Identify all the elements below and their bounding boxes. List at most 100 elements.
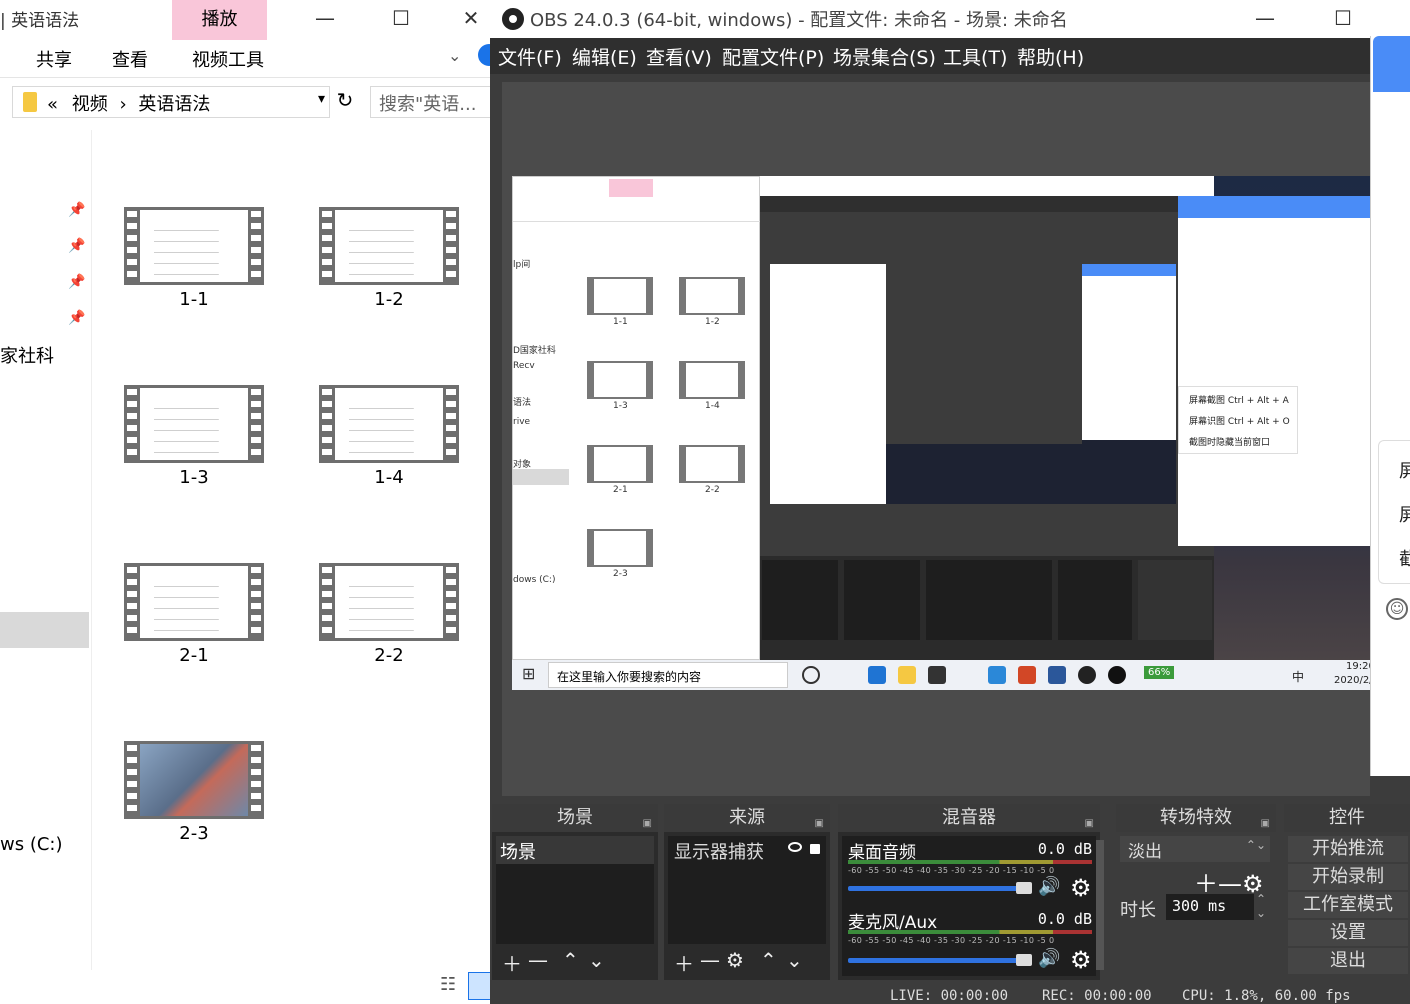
duration-spinner[interactable]: ⌃ ⌄ xyxy=(1256,892,1266,920)
mixer-body: 桌面音频 0.0 dB -60 -55 -50 -45 -40 -35 -30 … xyxy=(842,836,1096,976)
exit-button[interactable]: 退出 xyxy=(1288,948,1408,974)
tab-video-tools[interactable]: 视频工具 xyxy=(192,46,264,72)
video-thumbnail[interactable]: 1-1 xyxy=(124,207,264,310)
mini-nav-item: Recv xyxy=(513,361,535,371)
breadcrumb-videos[interactable]: 视频 xyxy=(72,94,108,115)
transition-select[interactable]: 淡出 ⌃⌄ xyxy=(1120,836,1270,862)
video-thumbnail[interactable]: 2-1 xyxy=(124,563,264,666)
minimize-button[interactable]: — xyxy=(302,0,348,38)
add-icon[interactable]: ＋ xyxy=(502,948,522,977)
maximize-button[interactable]: ☐ xyxy=(378,0,424,38)
breadcrumb-overflow[interactable]: « xyxy=(47,94,58,115)
speaker-icon[interactable]: 🔊 xyxy=(1038,948,1060,969)
menu-item-screen-capture[interactable]: 屏 xyxy=(1399,457,1410,483)
minimize-button[interactable]: — xyxy=(1242,0,1288,38)
maximize-button[interactable]: ☐ xyxy=(1320,0,1366,38)
speaker-icon[interactable]: 🔊 xyxy=(1038,876,1060,897)
preview-popup-window xyxy=(1178,196,1370,546)
smiley-icon[interactable]: ☺ xyxy=(1386,598,1408,620)
remove-icon[interactable]: — xyxy=(528,948,548,972)
menu-tools[interactable]: 工具(T) xyxy=(943,43,1007,70)
mini-thumb-label: 1-3 xyxy=(613,401,628,411)
obs-titlebar[interactable]: OBS 24.0.3 (64-bit, windows) - 配置文件: 未命名… xyxy=(490,0,1410,38)
address-bar[interactable]: « 视频 › 英语语法 ▾ xyxy=(12,86,330,118)
mini-nav-item: rive xyxy=(513,417,531,427)
move-down-icon[interactable]: ⌄ xyxy=(786,948,803,972)
move-up-icon[interactable]: ⌃ xyxy=(562,948,579,972)
nav-item-drive-c[interactable]: ws (C:) xyxy=(0,834,63,855)
gear-icon[interactable]: ⚙ xyxy=(1070,948,1092,972)
move-up-icon[interactable]: ⌃ xyxy=(760,948,777,972)
breadcrumb-english-grammar[interactable]: 英语语法 xyxy=(138,94,210,115)
channel-db: 0.0 dB xyxy=(1037,910,1092,928)
undock-icon[interactable]: ▣ xyxy=(1085,810,1094,838)
video-thumbnail[interactable]: 2-3 xyxy=(124,741,264,844)
sources-dock: 来源 ▣ 显示器捕获 ＋ — ⚙ ⌃ ⌄ xyxy=(664,804,830,980)
menu-item-screen-recognize[interactable]: 屏 xyxy=(1399,501,1410,527)
menu-view[interactable]: 查看(V) xyxy=(646,43,712,70)
undock-icon[interactable]: ▣ xyxy=(815,810,824,838)
list-item[interactable]: 显示器捕获 xyxy=(668,836,826,864)
undock-icon[interactable]: ▣ xyxy=(1261,810,1270,838)
lock-icon[interactable] xyxy=(810,844,820,854)
chevron-down-icon[interactable]: ▾ xyxy=(318,91,325,107)
mixer-scrollbar[interactable] xyxy=(1096,840,1104,970)
pin-icon[interactable]: 📌 xyxy=(68,274,85,290)
tab-share[interactable]: 共享 xyxy=(36,46,72,72)
volume-slider[interactable] xyxy=(848,954,1033,966)
pin-icon[interactable]: 📌 xyxy=(68,310,85,326)
obs-window: OBS 24.0.3 (64-bit, windows) - 配置文件: 未命名… xyxy=(490,0,1410,1004)
chevron-down-icon[interactable]: ⌄ xyxy=(448,46,461,65)
thumbnail-label: 2-3 xyxy=(179,823,209,844)
menu-profile[interactable]: 配置文件(P) xyxy=(722,43,824,70)
start-streaming-button[interactable]: 开始推流 xyxy=(1288,836,1408,862)
thumbnail-label: 1-3 xyxy=(179,467,209,488)
meter-scale: -60 -55 -50 -45 -40 -35 -30 -25 -20 -15 … xyxy=(848,866,1055,875)
studio-mode-button[interactable]: 工作室模式 xyxy=(1288,892,1408,918)
remove-icon[interactable]: — xyxy=(700,948,720,972)
explorer-titlebar[interactable]: | 英语语法 播放 — ☐ ✕ xyxy=(0,0,494,40)
tab-view[interactable]: 查看 xyxy=(112,46,148,72)
undock-icon[interactable]: ▣ xyxy=(643,810,652,838)
search-input[interactable]: 搜索"英语... xyxy=(370,86,492,118)
eye-icon[interactable] xyxy=(788,842,802,852)
thumbnail-view-icon[interactable] xyxy=(468,972,492,1000)
tab-play[interactable]: 播放 xyxy=(172,0,267,40)
menu-file[interactable]: 文件(F) xyxy=(498,43,562,70)
gear-icon[interactable]: ⚙ xyxy=(726,948,744,972)
video-thumbnail[interactable]: 1-4 xyxy=(319,385,459,488)
volume-slider[interactable] xyxy=(848,882,1033,894)
mini-thumb-label: 2-3 xyxy=(613,569,628,579)
video-thumbnail[interactable]: 1-3 xyxy=(124,385,264,488)
refresh-icon[interactable]: ↻ xyxy=(332,88,358,116)
mixer-channel-desktop: 桌面音频 0.0 dB -60 -55 -50 -45 -40 -35 -30 … xyxy=(848,838,1092,908)
preview-explorer: lp间 D国家社科 Recv 语法 rive 对象 dows (C:) 1-1 … xyxy=(512,176,761,660)
pin-icon[interactable]: 📌 xyxy=(68,202,85,218)
move-down-icon[interactable]: ⌄ xyxy=(588,948,605,972)
preview-canvas[interactable]: lp间 D国家社科 Recv 语法 rive 对象 dows (C:) 1-1 … xyxy=(512,176,1370,690)
start-recording-button[interactable]: 开始录制 xyxy=(1288,864,1408,890)
video-thumbnail[interactable]: 1-2 xyxy=(319,207,459,310)
close-button[interactable]: ✕ xyxy=(448,0,494,38)
mini-nav-item: lp间 xyxy=(513,260,531,270)
film-icon xyxy=(124,385,264,463)
film-icon xyxy=(124,741,264,819)
pin-icon[interactable]: 📌 xyxy=(68,238,85,254)
menu-scene-collection[interactable]: 场景集合(S) xyxy=(833,43,936,70)
gear-icon[interactable]: ⚙ xyxy=(1070,876,1092,900)
screenshot-context-menu: 屏 屏 截 xyxy=(1378,440,1410,584)
film-icon xyxy=(319,207,459,285)
menu-item-hide-window[interactable]: 截 xyxy=(1399,545,1410,571)
nav-item-selected[interactable] xyxy=(0,612,89,648)
menu-help[interactable]: 帮助(H) xyxy=(1017,43,1084,70)
video-thumbnail[interactable]: 2-2 xyxy=(319,563,459,666)
list-item[interactable]: 场景 xyxy=(496,836,654,864)
duration-input[interactable]: 300 ms xyxy=(1166,894,1254,920)
settings-button[interactable]: 设置 xyxy=(1288,920,1408,946)
menu-edit[interactable]: 编辑(E) xyxy=(572,43,637,70)
details-view-icon[interactable]: ☷ xyxy=(440,974,456,995)
cortana-icon xyxy=(802,666,820,684)
add-icon[interactable]: ＋ xyxy=(674,948,694,977)
nav-item-social-science[interactable]: 家社科 xyxy=(0,342,54,368)
screenshot-tool-header[interactable] xyxy=(1373,36,1410,92)
